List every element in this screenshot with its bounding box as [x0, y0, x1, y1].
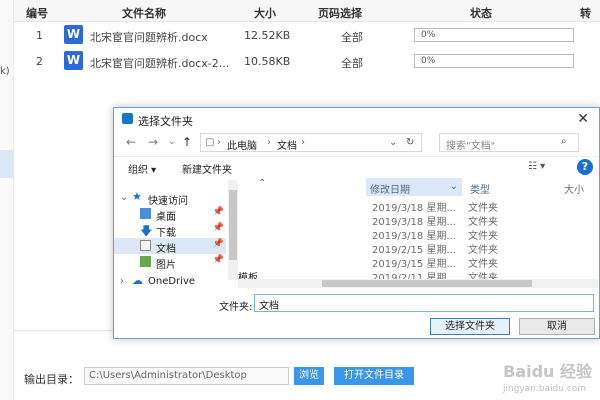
breadcrumb-separator-icon: ›: [301, 137, 305, 148]
browse-button[interactable]: 浏览: [294, 367, 324, 385]
select-folder-dialog: 选择文件夹 ✕ ← → ⌄ ↑ ▢ › 此电脑 › 文档 › ⌄ ↻ 搜索"文档…: [113, 107, 600, 339]
forward-arrow-icon[interactable]: →: [148, 135, 158, 149]
select-folder-button[interactable]: 选择文件夹: [430, 318, 510, 335]
header-size: 大小: [254, 7, 276, 20]
file-row[interactable]: 2019/3/18 星期... 文件夹: [238, 212, 588, 228]
file-row[interactable]: 2019/2/15 星期... 文件夹: [238, 240, 588, 256]
word-icon: W: [64, 25, 83, 44]
left-sidebar: k): [0, 0, 14, 400]
expand-chevron-icon[interactable]: ›: [120, 276, 124, 287]
hscrollbar-thumb[interactable]: [322, 280, 532, 287]
folder-input[interactable]: 文档: [254, 294, 594, 312]
folder-small-icon: ▢: [205, 137, 215, 148]
pin-icon: 📌: [212, 255, 224, 265]
file-row[interactable]: 2019/3/15 星期... 文件夹: [238, 254, 588, 270]
cloud-icon: ☁: [132, 274, 143, 287]
row-filename: 北宋宦官问题辨析.docx-2...: [90, 57, 230, 70]
document-icon: [140, 240, 151, 251]
pin-icon: 📌: [212, 207, 224, 217]
dialog-title: 选择文件夹: [138, 115, 193, 128]
nav-documents[interactable]: 文档 📌: [114, 238, 226, 255]
new-folder-button[interactable]: 新建文件夹: [182, 161, 232, 176]
row-size: 12.52KB: [244, 29, 291, 42]
navigation-pane: ⌄ ★ 快速访问 桌面 📌 🡇 下载 📌 文档 📌 图片 📌 › ☁ OneDr: [114, 178, 236, 296]
dialog-app-icon: [122, 113, 133, 124]
pin-icon: 📌: [212, 239, 224, 249]
row-progress-bar: 0%: [414, 54, 574, 68]
nav-desktop[interactable]: 桌面 📌: [114, 206, 226, 223]
help-icon[interactable]: ?: [577, 159, 593, 175]
table-row[interactable]: 2 W 北宋宦官问题辨析.docx-2... 10.58KB 全部 0%: [14, 48, 600, 74]
dialog-titlebar: 选择文件夹 ✕: [114, 108, 599, 130]
header-page-select: 页码选择: [318, 7, 362, 20]
row-pages[interactable]: 全部: [341, 29, 363, 45]
watermark-logo: Baidu 经验: [503, 362, 592, 381]
nav-quick-access[interactable]: ⌄ ★ 快速访问: [114, 190, 226, 207]
pin-icon: 📌: [212, 223, 224, 233]
breadcrumb-this-pc[interactable]: 此电脑: [227, 137, 257, 152]
dialog-toolbar: 组织 ▾ 新建文件夹 ☷ ▾ ?: [114, 156, 599, 178]
nav-downloads[interactable]: 🡇 下载 📌: [114, 222, 226, 239]
back-arrow-icon[interactable]: ←: [126, 135, 136, 149]
row-number: 2: [36, 55, 43, 68]
search-icon[interactable]: ⌕: [561, 136, 567, 147]
row-number: 1: [36, 29, 43, 42]
pictures-icon: [140, 256, 151, 267]
open-folder-button[interactable]: 打开文件目录: [334, 367, 414, 385]
breadcrumb-separator-icon: ›: [267, 137, 271, 148]
nav-pictures[interactable]: 图片 📌: [114, 254, 226, 271]
file-row[interactable]: 2019/3/18 星期... 文件夹: [238, 198, 588, 214]
close-icon[interactable]: ✕: [577, 111, 589, 127]
header-convert: 转: [580, 7, 591, 20]
header-number: 编号: [26, 7, 48, 20]
output-label: 输出目录：: [24, 373, 79, 386]
breadcrumb-separator-icon: ›: [217, 137, 221, 148]
chevron-down-icon[interactable]: ⌄: [168, 137, 176, 147]
nav-scrollbar[interactable]: [228, 180, 238, 280]
row-pages[interactable]: 全部: [341, 55, 363, 71]
sidebar-selected-item[interactable]: [0, 150, 14, 178]
address-bar[interactable]: ▢ › 此电脑 › 文档 › ⌄ ↻: [200, 133, 422, 152]
address-dropdown-icon[interactable]: ⌄: [389, 137, 397, 148]
left-edge-text: k): [0, 66, 10, 77]
row-size: 10.58KB: [244, 55, 291, 68]
dialog-navbar: ← → ⌄ ↑ ▢ › 此电脑 › 文档 › ⌄ ↻ 搜索"文档" ⌕: [114, 130, 599, 156]
file-table-header: 编号 文件名称 大小 页码选择 状态 转: [14, 0, 600, 22]
refresh-icon[interactable]: ↻: [406, 137, 414, 148]
chevron-down-icon[interactable]: ⌄: [450, 181, 458, 192]
organize-menu[interactable]: 组织 ▾: [128, 161, 156, 176]
header-status: 状态: [470, 7, 492, 20]
row-filename: 北宋宦官问题辨析.docx: [90, 31, 208, 44]
file-list-hscrollbar[interactable]: [238, 279, 598, 288]
download-icon: 🡇: [140, 224, 153, 238]
header-filename: 文件名称: [122, 7, 166, 20]
expand-chevron-icon[interactable]: ⌄: [120, 192, 128, 203]
column-modified-date[interactable]: 修改日期 ⌄: [366, 178, 462, 196]
column-size[interactable]: 大小: [560, 178, 596, 196]
up-arrow-icon[interactable]: ↑: [182, 135, 192, 149]
watermark-url: jingyan.baidu.com: [502, 384, 586, 394]
cancel-button[interactable]: 取消: [519, 318, 595, 335]
view-options-icon[interactable]: ☷ ▾: [528, 161, 545, 172]
star-icon: ★: [132, 190, 142, 203]
nav-scrollbar-thumb[interactable]: [229, 190, 237, 260]
folder-label: 文件夹:: [219, 302, 253, 313]
search-input[interactable]: 搜索"文档": [439, 133, 579, 152]
column-type[interactable]: 类型: [466, 178, 556, 196]
breadcrumb-documents[interactable]: 文档: [277, 137, 297, 152]
word-icon: W: [64, 51, 83, 70]
table-row[interactable]: 1 W 北宋宦官问题辨析.docx 12.52KB 全部 0%: [14, 22, 600, 48]
file-row[interactable]: 2019/3/18 星期... 文件夹: [238, 226, 588, 242]
output-path-field[interactable]: C:\Users\Administrator\Desktop: [84, 367, 289, 385]
nav-onedrive[interactable]: › ☁ OneDrive: [114, 274, 226, 290]
row-progress-bar: 0%: [414, 28, 574, 42]
sort-up-icon: ⌃: [258, 178, 267, 189]
desktop-icon: [140, 208, 151, 219]
